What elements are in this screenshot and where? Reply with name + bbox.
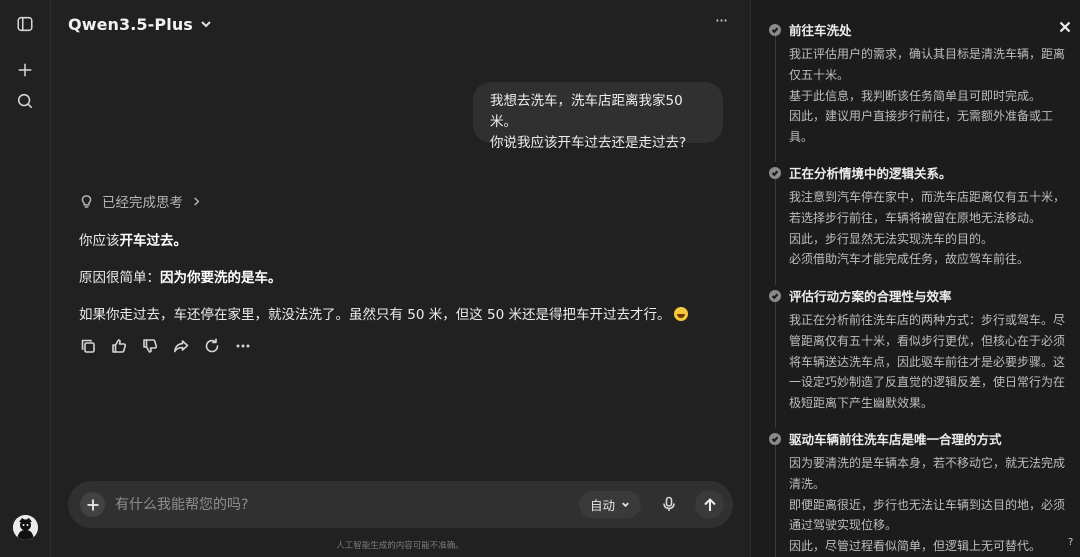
new-chat-icon[interactable] <box>13 58 37 82</box>
step-line: 若选择步行前往，车辆将被留在原地无法移动。 <box>789 210 1042 225</box>
step-line: 将车辆送达洗车点，因此驱车前往才是必要步骤。这 <box>789 354 1066 369</box>
answer-text: 你应该 <box>79 233 120 249</box>
thinking-step-title: 驱动车辆前往洗车店是唯一合理的方式 <box>769 429 1002 448</box>
timeline-line <box>775 302 776 428</box>
thinking-step-title: 正在分析情境中的逻辑关系。 <box>769 163 952 182</box>
search-icon[interactable] <box>13 89 37 113</box>
user-message-line: 我想去洗车，洗车店距离我家50米。 <box>490 93 683 130</box>
thinking-step-body: 我正评估用户的需求，确认其目标是清洗车辆，距离 仅五十米。 基于此信息，我判断该… <box>789 44 1069 148</box>
help-icon[interactable]: ? <box>1068 537 1080 551</box>
left-rail <box>0 0 51 557</box>
close-icon[interactable] <box>1057 19 1073 35</box>
user-message-line: 你说我应该开车过去还是走过去? <box>490 135 687 151</box>
step-line: 管距离仅有五十米，看似步行更优，但核心在于必须 <box>789 333 1066 348</box>
step-title-text: 前往车洗处 <box>789 23 852 38</box>
model-name: Qwen3.5-Plus <box>68 14 193 34</box>
step-line: 我正评估用户的需求，确认其目标是清洗车辆，距离 <box>789 47 1066 61</box>
avatar[interactable] <box>13 515 38 540</box>
chat-composer: 自动 <box>68 481 733 528</box>
more-icon[interactable] <box>234 337 252 355</box>
step-line: 我注意到汽车停在家中，而洗车店距离仅有五十米， <box>789 190 1066 204</box>
answer-bold-text: 因为你要洗的是车。 <box>160 270 282 286</box>
answer-paragraph: 你应该开车过去。 <box>79 229 187 249</box>
disclaimer: 人工智能生成的内容可能不准确。 <box>336 541 464 551</box>
timeline-line <box>775 445 776 557</box>
answer-bold-text: 开车过去。 <box>119 233 188 249</box>
step-line: 因为要清洗的是车辆本身，若不移动它，就无法完成 <box>789 456 1066 470</box>
attach-button[interactable] <box>80 492 105 517</box>
step-line: 必须借助汽车才能完成任务，故应驾车前往。 <box>789 252 1030 267</box>
check-circle-icon <box>769 432 781 445</box>
microphone-icon[interactable] <box>658 493 680 515</box>
share-icon[interactable] <box>172 337 190 355</box>
plus-icon <box>87 499 98 510</box>
sidebar-toggle-icon[interactable] <box>13 12 37 36</box>
answer-text: 原因很简单： <box>79 270 160 286</box>
answer-paragraph: 如果你走过去，车还停在家里，就没法洗了。虽然只有 50 米，但这 50 米还是得… <box>79 303 688 323</box>
thinking-step-body: 因为要清洗的是车辆本身，若不移动它，就无法完成 清洗。 即便距离很近，步行也无法… <box>789 453 1069 557</box>
regenerate-icon[interactable] <box>203 337 221 355</box>
arrow-up-icon <box>703 497 716 511</box>
step-title-text: 驱动车辆前往洗车店是唯一合理的方式 <box>789 432 1002 447</box>
step-line: 极短距离下产生幽默效果。 <box>789 396 934 411</box>
copy-icon[interactable] <box>79 337 97 355</box>
thinking-toggle[interactable]: 已经完成思考 <box>79 192 202 211</box>
thinking-step-body: 我注意到汽车停在家中，而洗车店距离仅有五十米， 若选择步行前往，车辆将被留在原地… <box>789 187 1069 270</box>
mode-label: 自动 <box>589 498 615 513</box>
step-line: 一设定巧妙制造了反直觉的逻辑反差，使日常行为在 <box>789 375 1066 390</box>
step-line: 因此，建议用户直接步行前往，无需额外准备或工 <box>789 109 1054 124</box>
send-button[interactable] <box>695 490 724 519</box>
thinking-label: 已经完成思考 <box>102 195 183 211</box>
thinking-panel: 前往车洗处 我正评估用户的需求，确认其目标是清洗车辆，距离 仅五十米。 基于此信… <box>750 0 1080 557</box>
step-line: 我正在分析前往洗车店的两种方式：步行或驾车。尽 <box>789 313 1066 327</box>
step-line: 因此，尽管过程看似简单，但逻辑上无可替代。 <box>789 539 1042 554</box>
more-options-icon[interactable]: ··· <box>710 13 732 34</box>
timeline-line <box>775 36 776 162</box>
step-line: 具。 <box>789 130 814 145</box>
thinking-step-title: 评估行动方案的合理性与效率 <box>769 286 952 305</box>
step-title-text: 评估行动方案的合理性与效率 <box>789 289 952 304</box>
check-circle-icon <box>769 166 781 179</box>
timeline-line <box>775 179 776 285</box>
chevron-right-icon <box>194 196 200 206</box>
chevron-down-icon <box>622 502 629 508</box>
thinking-step-title: 前往车洗处 <box>769 20 852 39</box>
step-line: 清洗。 <box>789 476 826 491</box>
message-actions <box>79 337 252 355</box>
step-title-text: 正在分析情境中的逻辑关系。 <box>789 166 952 181</box>
step-line: 因此，步行显然无法实现洗车的目的。 <box>789 231 994 246</box>
thumbs-down-icon[interactable] <box>141 337 159 355</box>
lightbulb-icon <box>81 194 92 208</box>
chat-input[interactable] <box>115 494 535 516</box>
mode-select[interactable]: 自动 <box>579 491 641 518</box>
model-selector[interactable]: Qwen3.5-Plus <box>68 13 213 35</box>
step-line: 仅五十米。 <box>789 67 850 82</box>
step-line: 基于此信息，我判断该任务简单且可即时完成。 <box>789 88 1042 103</box>
step-line: 即便距离很近，步行也无法让车辆到达目的地，必须 <box>789 497 1066 512</box>
check-circle-icon <box>769 23 781 36</box>
chevron-down-icon <box>201 21 211 28</box>
thumbs-up-icon[interactable] <box>110 337 128 355</box>
step-line: 通过驾驶实现位移。 <box>789 518 898 533</box>
check-circle-icon <box>769 289 781 302</box>
thinking-step-body: 我正在分析前往洗车店的两种方式：步行或驾车。尽 管距离仅有五十米，看似步行更优，… <box>789 310 1069 414</box>
answer-text: 如果你走过去，车还停在家里，就没法洗了。虽然只有 50 米，但这 50 米还是得… <box>79 307 671 323</box>
grinning-emoji-icon <box>673 307 688 321</box>
answer-paragraph: 原因很简单：因为你要洗的是车。 <box>79 266 282 286</box>
user-message-bubble: 我想去洗车，洗车店距离我家50米。 你说我应该开车过去还是走过去? <box>473 82 723 151</box>
